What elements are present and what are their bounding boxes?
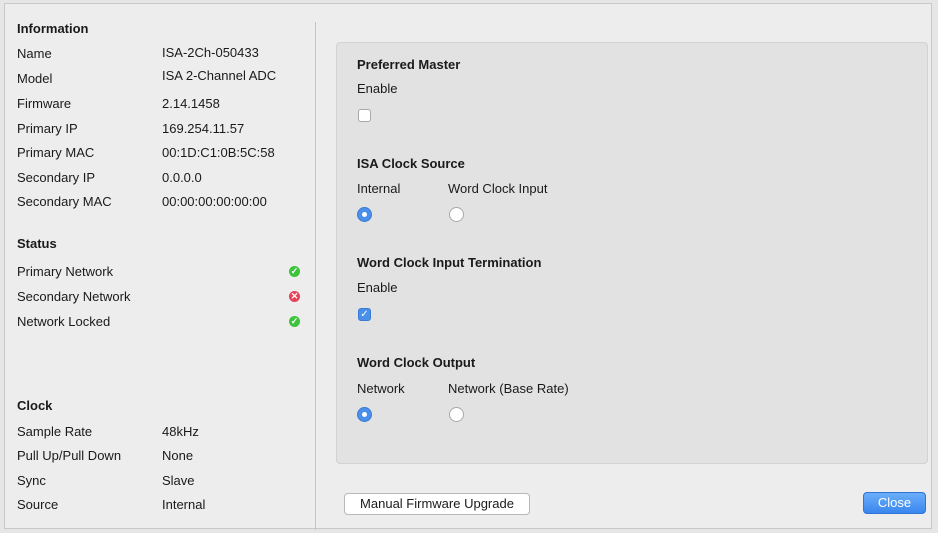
clock-source-internal-label: Internal bbox=[357, 181, 401, 196]
info-label-primary-mac: Primary MAC bbox=[17, 145, 95, 160]
preferred-master-enable-label: Enable bbox=[357, 81, 398, 96]
preferred-master-checkbox[interactable] bbox=[358, 109, 371, 122]
status-heading: Status bbox=[17, 236, 57, 251]
clock-value-sync: Slave bbox=[162, 473, 195, 488]
info-value-secondary-ip: 0.0.0.0 bbox=[162, 170, 202, 185]
info-value-model: ISA 2-Channel ADC bbox=[162, 68, 277, 83]
info-value-name: ISA-2Ch-050433 bbox=[162, 45, 259, 60]
clock-source-wordclock-radio[interactable] bbox=[449, 207, 464, 222]
clock-source-wordclock-label: Word Clock Input bbox=[448, 181, 548, 196]
clock-source-heading: ISA Clock Source bbox=[357, 156, 465, 171]
clock-heading: Clock bbox=[17, 398, 53, 413]
settings-panel: Preferred Master Enable ISA Clock Source… bbox=[336, 42, 928, 464]
clock-value-source: Internal bbox=[162, 497, 206, 512]
info-label-firmware: Firmware bbox=[17, 96, 72, 111]
information-heading: Information bbox=[17, 21, 89, 36]
wc-termination-enable-label: Enable bbox=[357, 280, 398, 295]
info-value-secondary-mac: 00:00:00:00:00:00 bbox=[162, 194, 267, 209]
preferred-master-heading: Preferred Master bbox=[357, 57, 461, 72]
info-label-secondary-mac: Secondary MAC bbox=[17, 194, 112, 209]
info-value-primary-ip: 169.254.11.57 bbox=[162, 121, 245, 136]
info-value-firmware: 2.14.1458 bbox=[162, 96, 220, 111]
clock-value-pull: None bbox=[162, 448, 194, 463]
info-value-primary-mac: 00:1D:C1:0B:5C:58 bbox=[162, 145, 275, 160]
wc-output-network-label: Network bbox=[357, 381, 405, 396]
info-label-secondary-ip: Secondary IP bbox=[17, 170, 96, 185]
close-button[interactable]: Close bbox=[863, 492, 926, 514]
status-label-primary-network: Primary Network bbox=[17, 264, 114, 279]
wc-output-heading: Word Clock Output bbox=[357, 355, 476, 370]
wc-output-network-radio[interactable] bbox=[357, 407, 372, 422]
clock-label-source: Source bbox=[17, 497, 59, 512]
wc-termination-checkbox[interactable]: ✓ bbox=[358, 308, 371, 321]
column-divider bbox=[315, 22, 316, 530]
wc-output-base-rate-label: Network (Base Rate) bbox=[448, 381, 569, 396]
check-icon: ✓ bbox=[289, 316, 300, 327]
info-label-primary-ip: Primary IP bbox=[17, 121, 78, 136]
device-info-window: Information Name ISA-2Ch-050433 Model IS… bbox=[4, 3, 932, 530]
status-label-secondary-network: Secondary Network bbox=[17, 289, 131, 304]
info-label-model: Model bbox=[17, 71, 53, 86]
clock-label-sync: Sync bbox=[17, 473, 46, 488]
check-icon: ✓ bbox=[289, 266, 300, 277]
cross-icon: ✕ bbox=[289, 291, 300, 302]
clock-source-internal-radio[interactable] bbox=[357, 207, 372, 222]
status-label-network-locked: Network Locked bbox=[17, 314, 111, 329]
wc-termination-heading: Word Clock Input Termination bbox=[357, 255, 542, 270]
manual-firmware-upgrade-button[interactable]: Manual Firmware Upgrade bbox=[344, 493, 530, 515]
clock-value-sample-rate: 48kHz bbox=[162, 424, 199, 439]
clock-label-sample-rate: Sample Rate bbox=[17, 424, 93, 439]
clock-label-pull: Pull Up/Pull Down bbox=[17, 448, 122, 463]
info-label-name: Name bbox=[17, 46, 52, 61]
wc-output-base-rate-radio[interactable] bbox=[449, 407, 464, 422]
